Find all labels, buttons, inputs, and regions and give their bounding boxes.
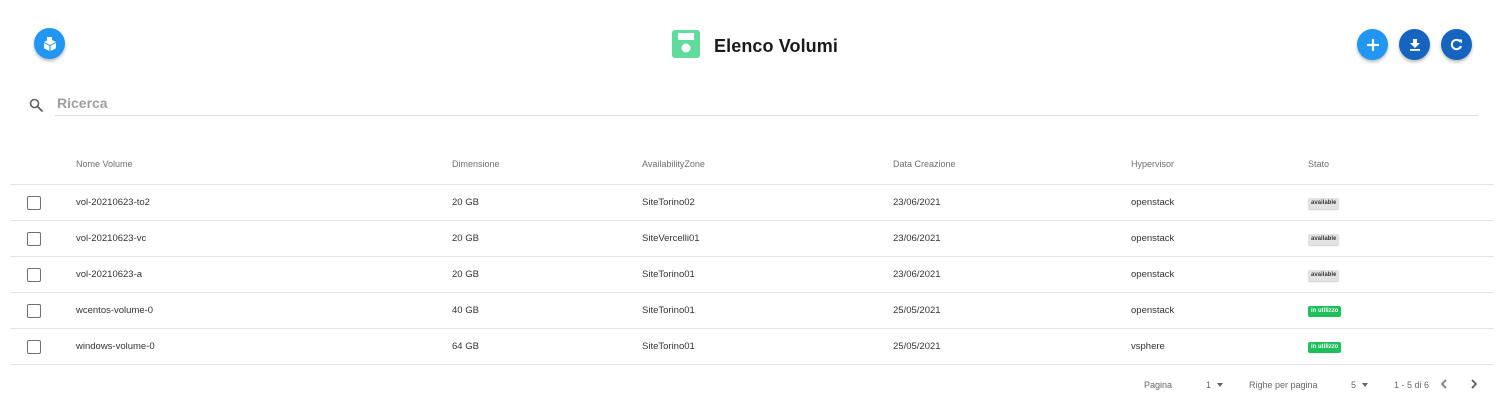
volume-hypervisor-cell: openstack <box>1131 220 1308 257</box>
volume-hypervisor-cell: vsphere <box>1131 328 1308 365</box>
add-volume-button[interactable] <box>1357 29 1388 60</box>
volume-zone-cell: SiteTorino02 <box>642 184 893 221</box>
column-header-zone[interactable]: AvailabilityZone <box>642 144 893 185</box>
row-checkbox[interactable] <box>27 231 41 246</box>
volume-size-cell: 20 GB <box>452 256 642 293</box>
chevron-down-icon <box>1217 383 1224 387</box>
column-header-date[interactable]: Data Creazione <box>893 144 1131 185</box>
volume-date-cell: 23/06/2021 <box>893 256 1131 293</box>
page-title: Elenco Volumi <box>714 35 838 56</box>
table-header-row: Nome Volume Dimensione AvailabilityZone … <box>10 144 1494 185</box>
status-badge: available <box>1308 198 1340 209</box>
volume-size-cell: 64 GB <box>452 328 642 365</box>
volume-date-cell: 23/06/2021 <box>893 184 1131 221</box>
volume-date-cell: 25/05/2021 <box>893 292 1131 329</box>
search-input[interactable] <box>57 93 657 113</box>
download-icon <box>1409 38 1421 51</box>
volume-zone-cell: SiteTorino01 <box>642 256 893 293</box>
page-label: Pagina <box>1144 380 1173 390</box>
volumes-table: Nome Volume Dimensione AvailabilityZone … <box>10 144 1494 365</box>
volume-name-cell: windows-volume-0 <box>76 328 452 365</box>
volume-hypervisor-cell: openstack <box>1131 184 1308 221</box>
volume-size-cell: 20 GB <box>452 220 642 257</box>
column-header-name[interactable]: Nome Volume <box>76 144 452 185</box>
refresh-icon <box>1450 38 1463 51</box>
rows-per-page-select[interactable]: 5 <box>1351 377 1369 393</box>
search-icon <box>29 98 43 117</box>
volume-name-cell: wcentos-volume-0 <box>76 292 452 329</box>
refresh-button[interactable] <box>1441 29 1472 60</box>
volume-date-cell: 25/05/2021 <box>893 328 1131 365</box>
status-badge: in utilizzo <box>1308 342 1342 353</box>
table-row[interactable]: vol-20210623-to2 20 GB SiteTorino02 23/0… <box>10 184 1494 221</box>
status-badge: available <box>1308 270 1340 281</box>
row-checkbox[interactable] <box>27 267 41 282</box>
rows-per-page-value: 5 <box>1351 380 1357 390</box>
table-row[interactable]: wcentos-volume-0 40 GB SiteTorino01 25/0… <box>10 292 1494 329</box>
row-checkbox[interactable] <box>27 195 41 210</box>
volume-name-cell: vol-20210623-vc <box>76 220 452 257</box>
row-checkbox[interactable] <box>27 339 41 354</box>
search-underline <box>55 115 1478 116</box>
chevron-left-icon <box>1439 378 1449 392</box>
rows-per-page-label: Righe per pagina <box>1249 380 1318 390</box>
pagination-range: 1 - 5 di 6 <box>1394 380 1430 390</box>
page-header: Elenco Volumi <box>672 29 838 63</box>
table-row[interactable]: vol-20210623-a 20 GB SiteTorino01 23/06/… <box>10 256 1494 293</box>
page-select[interactable]: 1 <box>1206 377 1224 393</box>
volume-size-cell: 40 GB <box>452 292 642 329</box>
chevron-down-icon <box>1362 383 1369 387</box>
chevron-right-icon <box>1469 378 1479 392</box>
status-badge: available <box>1308 234 1340 245</box>
next-page-button[interactable] <box>1469 377 1479 393</box>
floppy-save-icon <box>672 29 700 63</box>
column-header-status[interactable]: Stato <box>1308 144 1494 185</box>
box-logo-icon <box>42 36 58 52</box>
page-select-value: 1 <box>1206 380 1212 390</box>
header-select-cell <box>10 144 76 185</box>
volume-name-cell: vol-20210623-to2 <box>76 184 452 221</box>
volume-zone-cell: SiteTorino01 <box>642 328 893 365</box>
volume-name-cell: vol-20210623-a <box>76 256 452 293</box>
volume-size-cell: 20 GB <box>452 184 642 221</box>
column-header-hypervisor[interactable]: Hypervisor <box>1131 144 1308 185</box>
status-badge: in utilizzo <box>1308 306 1342 317</box>
column-header-size[interactable]: Dimensione <box>452 144 642 185</box>
logo-button[interactable] <box>34 28 65 59</box>
prev-page-button[interactable] <box>1439 377 1449 393</box>
volume-hypervisor-cell: openstack <box>1131 256 1308 293</box>
table-row[interactable]: vol-20210623-vc 20 GB SiteVercelli01 23/… <box>10 220 1494 257</box>
volume-zone-cell: SiteTorino01 <box>642 292 893 329</box>
plus-icon <box>1366 38 1379 51</box>
table-row[interactable]: windows-volume-0 64 GB SiteTorino01 25/0… <box>10 328 1494 365</box>
volume-zone-cell: SiteVercelli01 <box>642 220 893 257</box>
download-button[interactable] <box>1399 29 1430 60</box>
search-bar <box>29 92 1478 116</box>
volume-date-cell: 23/06/2021 <box>893 220 1131 257</box>
row-checkbox[interactable] <box>27 303 41 318</box>
volume-hypervisor-cell: openstack <box>1131 292 1308 329</box>
